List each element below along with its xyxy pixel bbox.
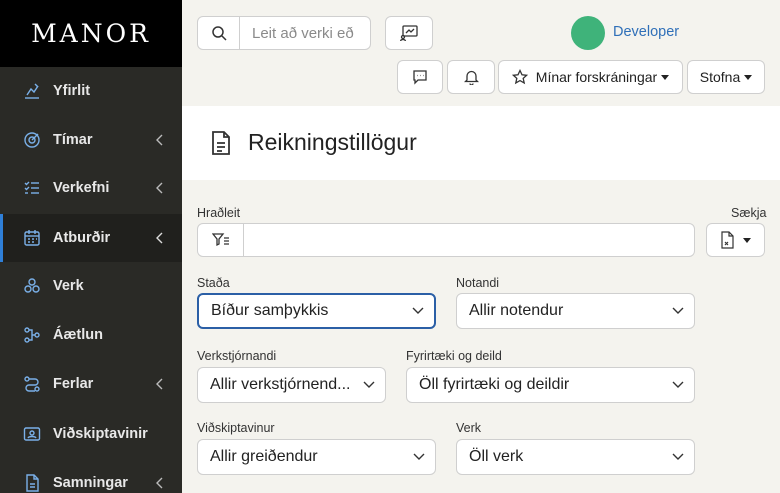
company-label: Fyrirtæki og deild <box>406 349 502 363</box>
global-search <box>197 16 371 50</box>
user-select[interactable]: Allir notendur <box>456 293 695 329</box>
calendar-icon <box>24 230 40 246</box>
contact-card-icon <box>23 427 41 441</box>
sidebar-item-vidskiptavinir[interactable]: Viðskiptavinir <box>0 410 182 458</box>
caret-down-icon <box>661 74 670 80</box>
sidebar-item-yfirlit[interactable]: Yfirlit <box>0 67 182 115</box>
user-name-link[interactable]: Developer <box>613 24 679 40</box>
chevron-left-icon <box>156 182 163 194</box>
presentation-chart-icon <box>400 25 418 41</box>
chevron-down-icon <box>413 453 425 460</box>
chevron-down-icon <box>672 307 684 314</box>
chevron-left-icon <box>156 232 163 244</box>
sidebar-item-atburdir[interactable]: Atburðir <box>0 214 182 262</box>
xls-file-icon <box>721 231 734 249</box>
favorites-label: Mínar forskráningar <box>535 69 658 85</box>
document-list-icon <box>212 131 230 155</box>
foreman-label: Verkstjórnandi <box>197 349 277 363</box>
customer-select[interactable]: Allir greiðendur <box>197 439 436 475</box>
filter-icon <box>211 233 229 247</box>
flow-icon <box>24 327 40 343</box>
status-label: Staða <box>197 276 230 290</box>
fetch-label: Sækja <box>731 206 767 220</box>
sidebar-item-aaetlun[interactable]: Áætlun <box>0 311 182 359</box>
project-value: Öll verk <box>469 448 524 465</box>
filter-button[interactable] <box>198 224 244 256</box>
sidebar-item-ferlar[interactable]: Ferlar <box>0 360 182 408</box>
sidebar-item-label: Samningar <box>53 475 128 491</box>
messages-button[interactable] <box>397 60 443 94</box>
search-input[interactable] <box>240 17 370 49</box>
chevron-left-icon <box>156 477 163 489</box>
sidebar-item-label: Verkefni <box>53 180 110 196</box>
chevron-down-icon <box>363 381 375 388</box>
sidebar-item-verkefni[interactable]: Verkefni <box>0 164 182 212</box>
export-xls-dropdown[interactable] <box>706 223 765 257</box>
star-icon <box>511 69 528 85</box>
document-icon <box>26 474 39 492</box>
foreman-value: Allir verkstjórnend... <box>210 376 351 393</box>
customer-value: Allir greiðendur <box>210 448 318 465</box>
presentation-button[interactable] <box>385 16 433 50</box>
sidebar-item-timar[interactable]: Tímar <box>0 116 182 164</box>
chevron-left-icon <box>156 134 163 146</box>
chevron-left-icon <box>156 378 163 390</box>
app-logo[interactable]: MANOR <box>0 0 182 67</box>
notifications-button[interactable] <box>447 60 495 94</box>
chat-bubble-icon <box>413 70 427 85</box>
project-label: Verk <box>456 421 482 435</box>
company-select[interactable]: Öll fyrirtæki og deildir <box>406 367 695 403</box>
quick-search-input[interactable] <box>244 224 694 256</box>
project-select[interactable]: Öll verk <box>456 439 695 475</box>
chart-pen-icon <box>25 83 39 99</box>
chevron-down-icon <box>412 307 424 314</box>
user-value: Allir notendur <box>469 302 564 319</box>
page-title: Reikningstillögur <box>248 129 417 155</box>
quick-search-label: Hraðleit <box>197 206 241 220</box>
quick-search <box>197 223 695 257</box>
search-icon <box>211 26 227 41</box>
company-value: Öll fyrirtæki og deildir <box>419 376 570 393</box>
create-label: Stofna <box>699 69 741 85</box>
customer-label: Viðskiptavinur <box>197 421 275 435</box>
sidebar-item-samningar[interactable]: Samningar <box>0 459 182 493</box>
sidebar-item-label: Tímar <box>53 132 93 148</box>
sidebar-item-label: Atburðir <box>53 230 111 246</box>
sidebar-item-label: Verk <box>53 278 84 294</box>
sidebar-item-label: Viðskiptavinir <box>53 426 148 442</box>
sidebar-item-label: Yfirlit <box>53 83 91 99</box>
sidebar-item-label: Áætlun <box>53 327 103 343</box>
sidebar-item-label: Ferlar <box>53 376 94 392</box>
avatar[interactable] <box>571 16 605 50</box>
user-label: Notandi <box>456 276 500 290</box>
chevron-down-icon <box>672 453 684 460</box>
cluster-icon <box>24 278 40 293</box>
checklist-icon <box>24 181 39 194</box>
search-button[interactable] <box>198 17 240 49</box>
sidebar-item-verk[interactable]: Verk <box>0 262 182 310</box>
status-select[interactable]: Bíður samþykkis <box>197 293 436 329</box>
chevron-down-icon <box>672 381 684 388</box>
route-icon <box>24 376 40 392</box>
create-dropdown[interactable]: Stofna <box>687 60 765 94</box>
foreman-select[interactable]: Allir verkstjórnend... <box>197 367 386 403</box>
caret-down-icon <box>744 74 753 80</box>
status-value: Bíður samþykkis <box>211 302 329 319</box>
bell-icon <box>463 70 479 85</box>
target-clock-icon <box>24 132 40 148</box>
favorites-dropdown[interactable]: Mínar forskráningar <box>498 60 683 94</box>
caret-down-icon <box>743 237 751 243</box>
